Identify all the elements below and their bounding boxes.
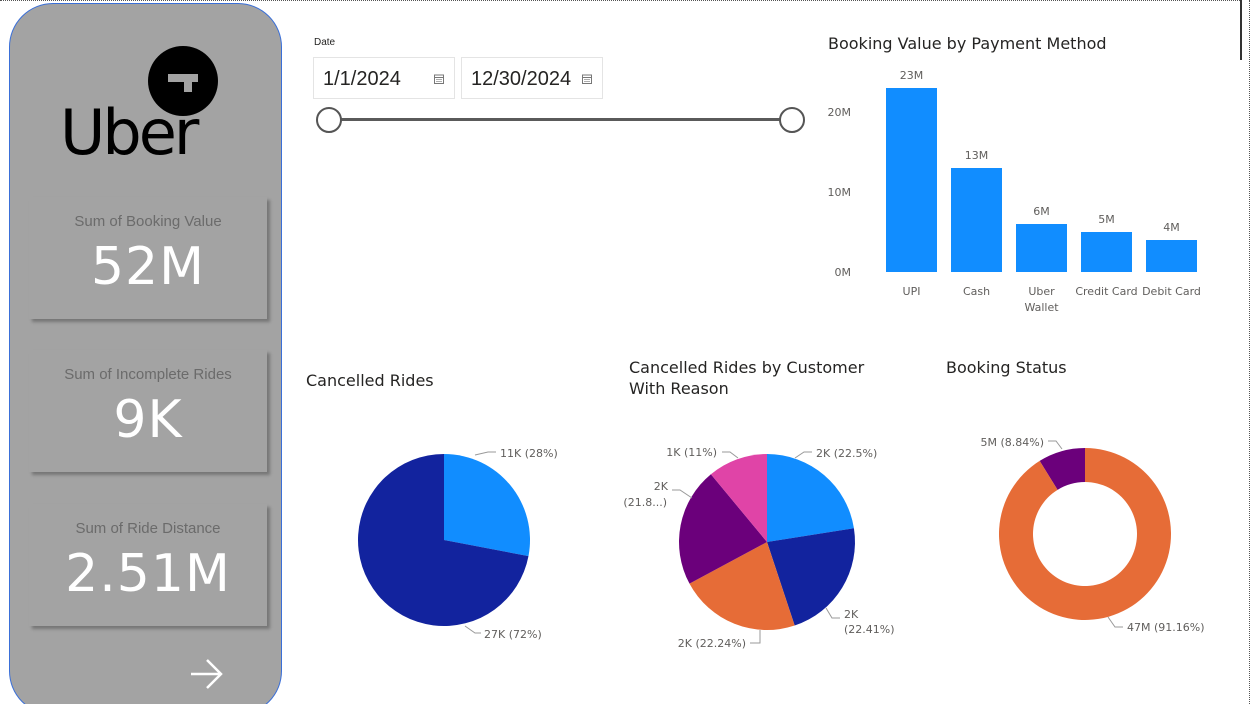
leader-line — [750, 630, 761, 644]
uber-logo-text: Uber — [60, 96, 200, 164]
date-slicer-label: Date — [314, 37, 336, 48]
leader-line — [672, 489, 693, 499]
bar[interactable] — [1016, 224, 1067, 272]
date-range-end-handle[interactable] — [779, 107, 805, 133]
calendar-icon[interactable] — [434, 74, 444, 84]
x-tick-label: UPI — [903, 285, 921, 298]
slice-label: (22.41%) — [844, 623, 895, 636]
end-date-value: 12/30/2024 — [471, 68, 572, 90]
x-tick-label: Cash — [963, 285, 990, 298]
slice-label: 2K — [844, 608, 859, 621]
bar[interactable] — [886, 88, 937, 272]
bar-data-label: 4M — [1163, 221, 1180, 234]
start-date-value: 1/1/2024 — [323, 68, 401, 90]
leader-line — [825, 607, 840, 619]
end-date-input[interactable]: 12/30/2024 — [461, 57, 603, 99]
leader-line — [722, 451, 739, 459]
y-tick-label: 10M — [828, 186, 852, 199]
date-range-slider-track[interactable] — [328, 118, 792, 121]
arrow-right-icon[interactable] — [187, 654, 227, 694]
bar-chart-title: Booking Value by Payment Method — [828, 34, 1107, 53]
x-tick-label: Wallet — [1024, 301, 1059, 314]
sidebar-panel: Uber Sum of Booking Value 52M Sum of Inc… — [9, 3, 282, 704]
cancelled-reason-title: Cancelled Rides by Customer With Reason — [629, 357, 864, 399]
slice-label: (21.8...) — [623, 496, 667, 509]
bar-data-label: 6M — [1033, 205, 1050, 218]
kpi-value: 9K — [113, 390, 183, 450]
leader-line — [1107, 616, 1123, 628]
y-tick-label: 0M — [835, 266, 852, 279]
calendar-icon[interactable] — [582, 74, 592, 84]
bar[interactable] — [1081, 232, 1132, 272]
kpi-value: 52M — [90, 237, 206, 297]
cancelled-reason-pie: 2K (22.5%) 2K (22.41%) 2K (22.24%) 2K (21.8..… — [623, 446, 895, 650]
slice-label: 11K (28%) — [500, 447, 558, 460]
x-tick-label: Uber — [1028, 285, 1055, 298]
kpi-label: Sum of Booking Value — [74, 213, 222, 230]
bar[interactable] — [951, 168, 1002, 272]
leader-line — [474, 451, 496, 456]
cancelled-reason-title-line: With Reason — [629, 379, 729, 398]
x-tick-label: Credit Card — [1075, 285, 1137, 298]
kpi-card-booking-value: Sum of Booking Value 52M — [29, 197, 267, 319]
cancelled-rides-title: Cancelled Rides — [306, 371, 434, 390]
bar-data-label: 5M — [1098, 213, 1115, 226]
x-tick-label: Debit Card — [1142, 285, 1201, 298]
kpi-card-incomplete-rides: Sum of Incomplete Rides 9K — [29, 350, 267, 472]
y-tick-label: 20M — [828, 106, 852, 119]
cancelled-rides-pie: 11K (28%) 27K (72%) — [357, 447, 558, 641]
kpi-label: Sum of Incomplete Rides — [64, 366, 232, 383]
booking-status-donut: 5M (8.84%) 47M (91.16%) — [980, 436, 1205, 634]
slice-label: 5M (8.84%) — [980, 436, 1044, 449]
slice-label: 2K — [654, 480, 669, 493]
leader-line — [464, 625, 481, 634]
kpi-label: Sum of Ride Distance — [75, 520, 221, 537]
slice-label: 27K (72%) — [484, 628, 542, 641]
slice-label: 2K (22.5%) — [816, 447, 877, 460]
cancelled-reason-title-line: Cancelled Rides by Customer — [629, 358, 865, 377]
leader-line — [794, 451, 812, 459]
kpi-value: 2.51M — [65, 544, 231, 604]
pie-slice[interactable] — [444, 454, 530, 557]
slice-label: 2K (22.24%) — [678, 637, 746, 650]
canvas-resize-handle[interactable] — [1240, 0, 1248, 60]
slice-label: 1K (11%) — [666, 446, 717, 459]
booking-status-title: Booking Status — [946, 358, 1067, 377]
kpi-card-ride-distance: Sum of Ride Distance 2.51M — [29, 504, 267, 626]
bar-data-label: 23M — [900, 69, 924, 82]
slice-label: 47M (91.16%) — [1127, 621, 1205, 634]
donut-slice[interactable] — [999, 448, 1171, 620]
bar-data-label: 13M — [965, 149, 989, 162]
date-range-start-handle[interactable] — [316, 107, 342, 133]
pie-slice[interactable] — [767, 454, 854, 542]
bar[interactable] — [1146, 240, 1197, 272]
start-date-input[interactable]: 1/1/2024 — [313, 57, 455, 99]
leader-line — [1048, 440, 1063, 450]
uber-logo: Uber — [60, 46, 218, 164]
bar-chart: 0M 10M 20M 23M UPI 13M Cash 6M Uber Wallet 5M Credi… — [828, 69, 1201, 314]
